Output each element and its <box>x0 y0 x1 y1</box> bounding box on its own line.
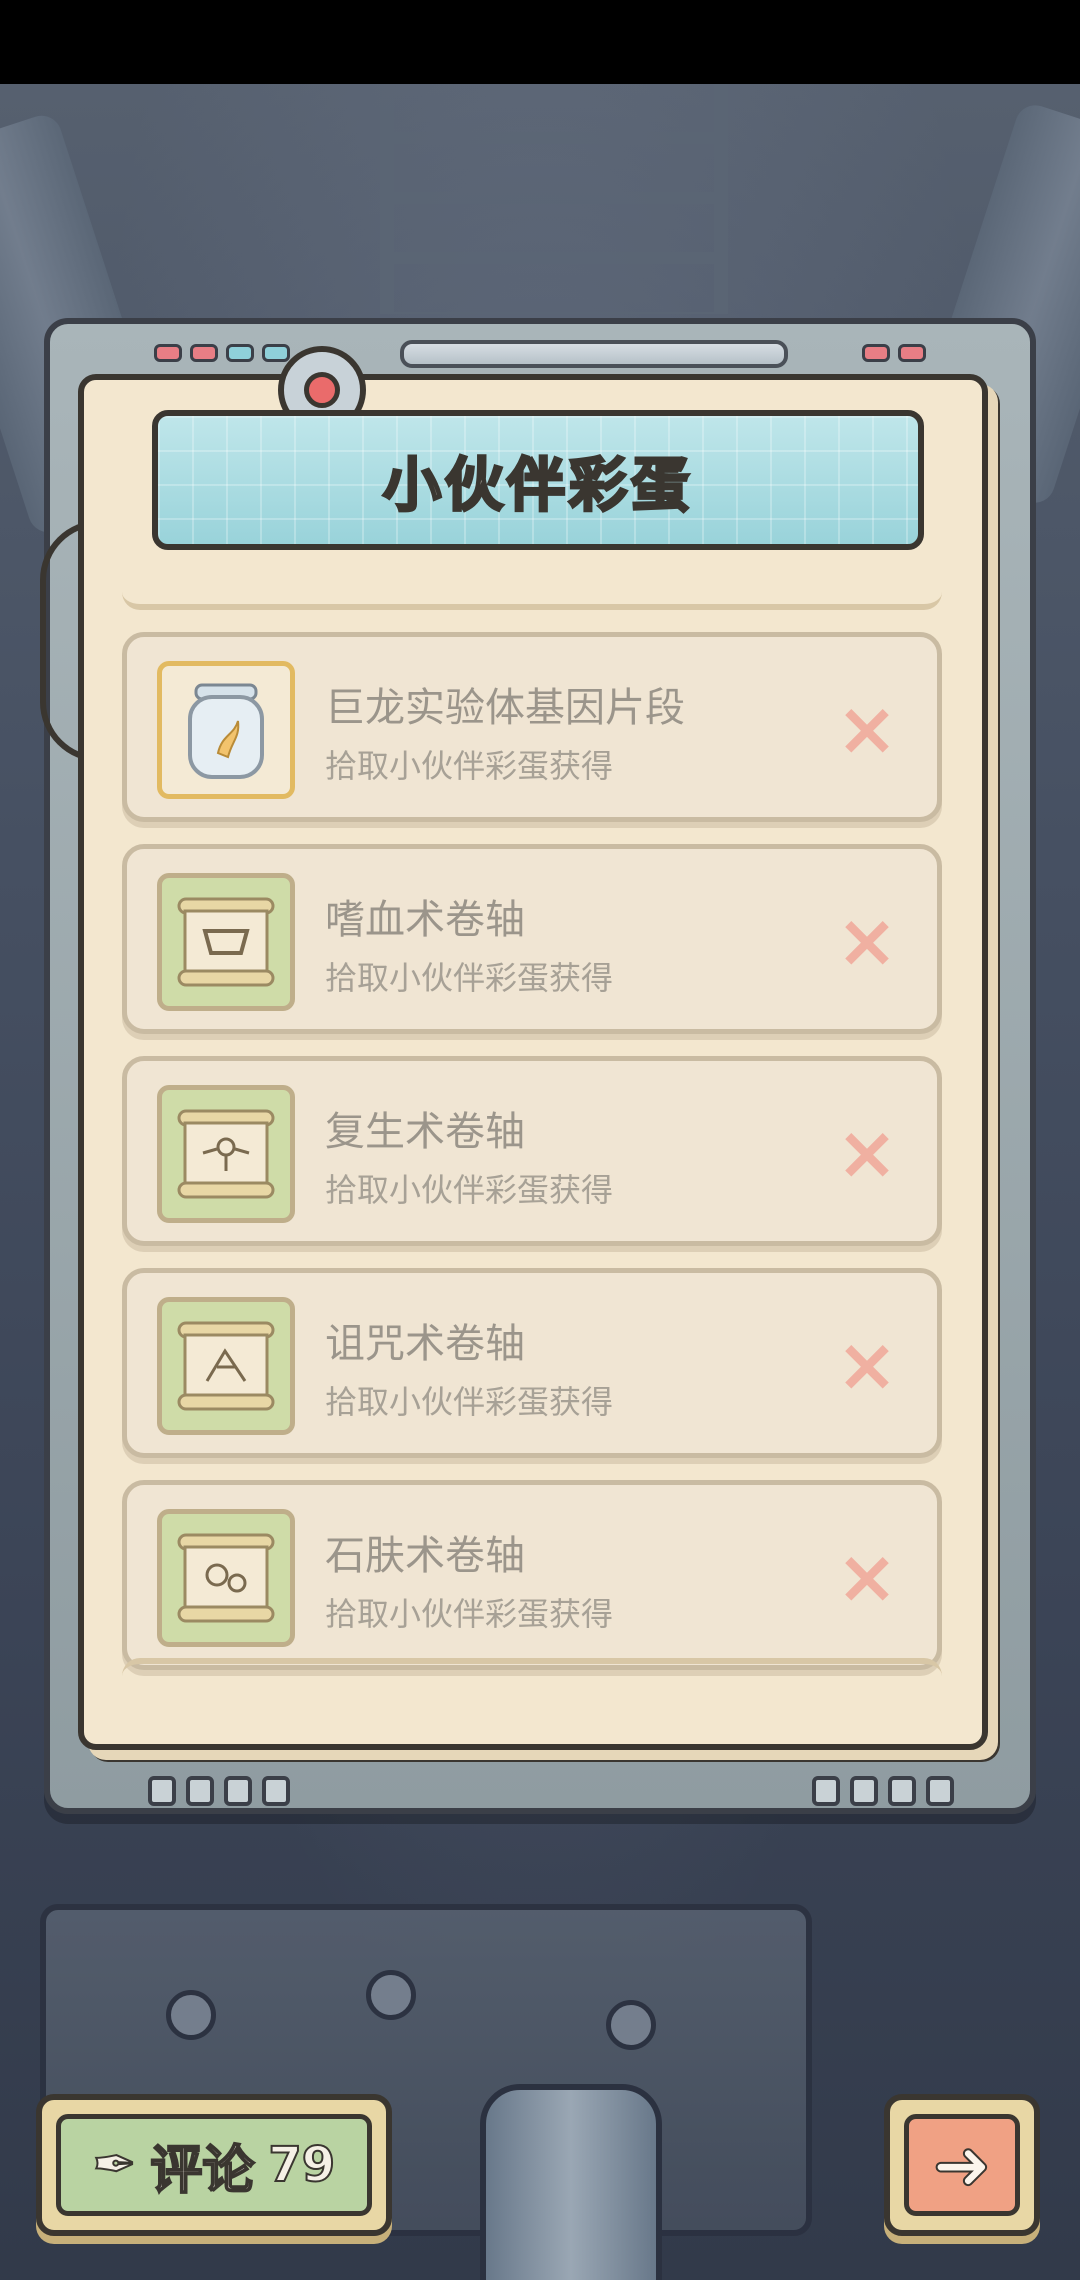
item-name: 石肤术卷轴 <box>325 1533 525 1579</box>
stoneskin-scroll-icon <box>157 1509 295 1647</box>
console-knob <box>366 1970 416 2020</box>
remove-icon[interactable]: × <box>827 1110 907 1196</box>
indicator-lights <box>154 344 290 362</box>
list-item[interactable]: 巨龙实验体基因片段 拾取小伙伴彩蛋获得 × <box>122 632 942 822</box>
title-banner: 小伙伴彩蛋 <box>152 410 924 550</box>
item-desc: 拾取小伙伴彩蛋获得 <box>325 747 614 785</box>
status-bar <box>0 0 1080 84</box>
divider <box>122 590 942 610</box>
dragon-gene-jar-icon <box>157 661 295 799</box>
console-knob <box>166 1990 216 2040</box>
next-button[interactable]: ➜ <box>884 2094 1040 2236</box>
curse-scroll-icon <box>157 1297 295 1435</box>
revive-scroll-icon <box>157 1085 295 1223</box>
list-item[interactable]: 嗜血术卷轴 拾取小伙伴彩蛋获得 × <box>122 844 942 1034</box>
right-arrow-icon[interactable]: ➜ <box>904 2114 1020 2216</box>
remove-icon[interactable]: × <box>827 1534 907 1620</box>
item-name: 复生术卷轴 <box>325 1109 525 1155</box>
page-title: 小伙伴彩蛋 <box>381 450 693 521</box>
indicator-lights <box>862 344 926 362</box>
comment-label: 评论 <box>149 2140 255 2202</box>
gas-tank <box>480 2084 662 2280</box>
item-desc: 拾取小伙伴彩蛋获得 <box>325 1171 614 1209</box>
item-desc: 拾取小伙伴彩蛋获得 <box>325 959 614 997</box>
remove-icon[interactable]: × <box>827 686 907 772</box>
list-item[interactable]: 复生术卷轴 拾取小伙伴彩蛋获得 × <box>122 1056 942 1246</box>
ladder <box>380 84 728 314</box>
item-desc: 拾取小伙伴彩蛋获得 <box>325 1595 614 1633</box>
indicator-lights <box>812 1776 954 1806</box>
egg-list[interactable]: 巨龙实验体基因片段 拾取小伙伴彩蛋获得 × 嗜血术卷轴 拾取小伙伴彩蛋获得 × <box>122 632 942 1692</box>
comment-button-face[interactable]: ✒ 评论 79 <box>56 2114 372 2216</box>
item-name: 诅咒术卷轴 <box>325 1321 525 1367</box>
frame-slot <box>400 340 788 368</box>
remove-icon[interactable]: × <box>827 1322 907 1408</box>
list-item[interactable]: 石肤术卷轴 拾取小伙伴彩蛋获得 × <box>122 1480 942 1670</box>
item-name: 嗜血术卷轴 <box>325 897 525 943</box>
item-name: 巨龙实验体基因片段 <box>325 685 685 731</box>
list-item[interactable]: 诅咒术卷轴 拾取小伙伴彩蛋获得 × <box>122 1268 942 1458</box>
remove-icon[interactable]: × <box>827 898 907 984</box>
bloodthirst-scroll-icon <box>157 873 295 1011</box>
comment-button[interactable]: ✒ 评论 79 <box>36 2094 392 2236</box>
divider <box>122 1658 942 1678</box>
item-desc: 拾取小伙伴彩蛋获得 <box>325 1383 614 1421</box>
quill-icon: ✒ <box>92 2134 138 2196</box>
console-knob <box>606 2000 656 2050</box>
comment-count: 79 <box>267 2136 336 2194</box>
indicator-lights <box>148 1776 290 1806</box>
